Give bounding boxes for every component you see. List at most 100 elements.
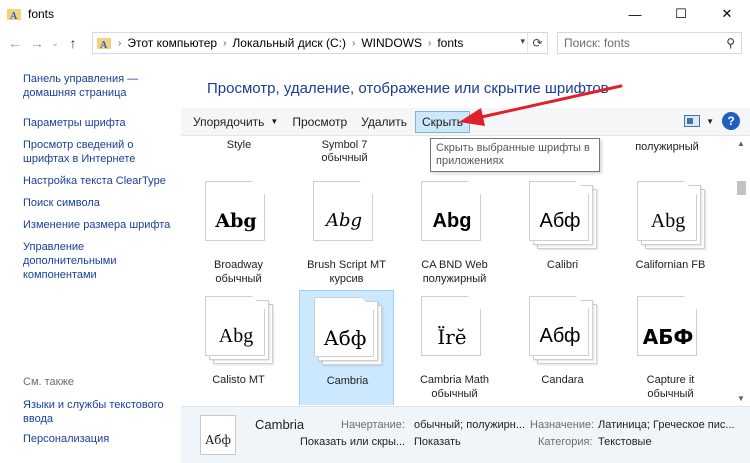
up-button[interactable]: ↑: [62, 32, 84, 54]
font-tile-calisto-mt[interactable]: Abg Calisto MT: [191, 290, 286, 405]
font-tile-candara[interactable]: Абф Candara: [515, 290, 610, 405]
chevron-down-icon: ▼: [270, 117, 279, 126]
recent-locations-icon[interactable]: ⌄: [48, 32, 62, 54]
font-sample: Abg: [215, 210, 257, 232]
font-file-icon: Ïrĕ: [421, 296, 489, 364]
font-sample: Abg: [218, 325, 254, 347]
font-file-icon: Abg: [421, 181, 489, 249]
designed-for-value: Латиница; Греческое пис...: [598, 419, 735, 431]
tile-label: Brush Script MT курсив: [307, 259, 386, 285]
font-tile-capture-it[interactable]: АБФ Capture it обычный: [623, 290, 718, 405]
tile-label: Symbol 7 обычный: [321, 139, 368, 164]
preview-button[interactable]: Просмотр: [286, 111, 353, 133]
address-bar[interactable]: A › Этот компьютер › Локальный диск (C:)…: [92, 32, 548, 54]
change-view-icon[interactable]: [684, 115, 701, 127]
style-key: Начертание:: [341, 419, 405, 431]
font-family-icon: Абф: [200, 415, 240, 459]
font-grid: Style Symbol 7 обычный полужирный Abg Br…: [181, 137, 733, 405]
font-sample: Абф: [539, 210, 581, 232]
red-arrow-annotation: [459, 84, 623, 126]
font-info-online-link[interactable]: Просмотр сведений о шрифтах в Интернете: [23, 138, 163, 166]
font-tile-cambria[interactable]: Абф Cambria: [299, 290, 394, 405]
font-tile-ca-bnd-web[interactable]: Abg CA BND Web полужирный: [407, 175, 502, 292]
svg-text:A: A: [10, 11, 18, 21]
close-button[interactable]: ✕: [704, 0, 750, 28]
task-pane: Панель управления — домашняя страница Па…: [0, 58, 180, 463]
font-sample: Абф: [205, 433, 231, 447]
font-family-icon: Abg: [637, 181, 705, 249]
show-hide-value: Показать или скры...: [300, 436, 406, 448]
back-button[interactable]: ←: [4, 32, 26, 54]
font-sample: Abg: [432, 210, 472, 232]
tile-label: Broadway обычный: [214, 259, 263, 285]
font-family-icon: Абф: [314, 297, 382, 365]
font-sample: Abg: [325, 210, 363, 231]
font-sample: Abg: [650, 210, 686, 232]
manage-optional-features-link[interactable]: Управление дополнительными компонентами: [23, 240, 133, 282]
vertical-scrollbar[interactable]: ▲ ▼: [733, 137, 750, 405]
font-file-icon: Abg: [313, 181, 381, 249]
font-file-icon: Abg: [205, 181, 273, 249]
breadcrumb-fonts[interactable]: fonts: [437, 36, 463, 50]
details-pane: Абф Cambria Начертание: обычный; полужир…: [181, 406, 750, 463]
text-input-services-link[interactable]: Языки и службы текстового ввода: [23, 398, 173, 426]
designed-for-key: Назначение:: [530, 419, 595, 431]
tile-label: Californian FB: [635, 259, 706, 271]
category-value: Текстовые: [598, 436, 652, 448]
tile-label: Candara: [541, 374, 584, 386]
tile-label: Cambria Math обычный: [419, 374, 490, 400]
font-file-icon: АБФ: [637, 296, 705, 364]
font-sample: Абф: [323, 326, 367, 350]
tile-label: полужирный: [635, 141, 699, 153]
fonts-location-icon: A: [96, 35, 112, 51]
scroll-up-icon[interactable]: ▲: [737, 139, 745, 148]
chevron-right-icon: ›: [351, 37, 356, 49]
font-tile-broadway[interactable]: Abg Broadway обычный: [191, 175, 286, 292]
tile-label: Capture it обычный: [646, 374, 695, 400]
breadcrumb-local-disk[interactable]: Локальный диск (C:): [232, 36, 346, 50]
hide-tooltip: Скрыть выбранные шрифты в приложениях: [430, 138, 600, 172]
organize-button[interactable]: Упорядочить ▼: [187, 111, 284, 133]
search-input[interactable]: Поиск: fonts ⚲: [557, 32, 742, 54]
title-bar: A fonts — ☐ ✕: [0, 0, 750, 28]
tile-label: Calisto MT: [212, 374, 265, 386]
tile-label: Calibri: [546, 259, 579, 271]
see-also-title: См. также: [23, 376, 74, 388]
minimize-button[interactable]: —: [612, 0, 658, 28]
scroll-thumb[interactable]: [737, 181, 746, 195]
chevron-right-icon: ›: [223, 37, 227, 49]
breadcrumb-windows[interactable]: WINDOWS: [361, 36, 422, 50]
chevron-right-icon: ›: [427, 37, 432, 49]
font-settings-link[interactable]: Параметры шрифта: [23, 116, 180, 130]
font-tile-cambria-math[interactable]: Ïrĕ Cambria Math обычный: [407, 290, 502, 405]
window-title: fonts: [28, 7, 55, 21]
organize-label: Упорядочить: [193, 114, 265, 129]
font-family-icon: Абф: [529, 181, 597, 249]
cleartype-link[interactable]: Настройка текста ClearType: [23, 174, 180, 188]
chevron-down-icon[interactable]: ▼: [706, 117, 714, 126]
font-sample: АБФ: [642, 325, 694, 349]
chevron-down-icon[interactable]: ▾: [520, 36, 525, 47]
scroll-down-icon[interactable]: ▼: [737, 394, 745, 403]
help-button[interactable]: ?: [722, 112, 740, 130]
find-character-link[interactable]: Поиск символа: [23, 196, 180, 210]
delete-button[interactable]: Удалить: [355, 111, 413, 133]
personalization-link[interactable]: Персонализация: [23, 432, 109, 446]
fonts-folder-icon: A: [6, 6, 22, 22]
font-sample: Абф: [539, 325, 581, 347]
control-panel-home-link[interactable]: Панель управления — домашняя страница: [23, 72, 158, 100]
font-tile-brush-script[interactable]: Abg Brush Script MT курсив: [299, 175, 394, 292]
font-tile-californian-fb[interactable]: Abg Californian FB: [623, 175, 718, 292]
change-font-size-link[interactable]: Изменение размера шрифта: [23, 218, 180, 232]
tile-label: Cambria: [326, 375, 369, 387]
breadcrumb-this-pc[interactable]: Этот компьютер: [127, 36, 217, 50]
font-family-icon: Абф: [529, 296, 597, 364]
font-family-icon: Abg: [205, 296, 273, 364]
forward-button[interactable]: →: [26, 32, 48, 54]
search-placeholder: Поиск: fonts: [564, 36, 630, 50]
maximize-button[interactable]: ☐: [658, 0, 704, 28]
refresh-icon[interactable]: ⟳: [527, 33, 547, 53]
style-value: обычный; полужирн...: [414, 419, 526, 431]
address-row: ← → ⌄ ↑ A › Этот компьютер › Локальный д…: [0, 29, 750, 57]
font-tile-calibri[interactable]: Абф Calibri: [515, 175, 610, 292]
